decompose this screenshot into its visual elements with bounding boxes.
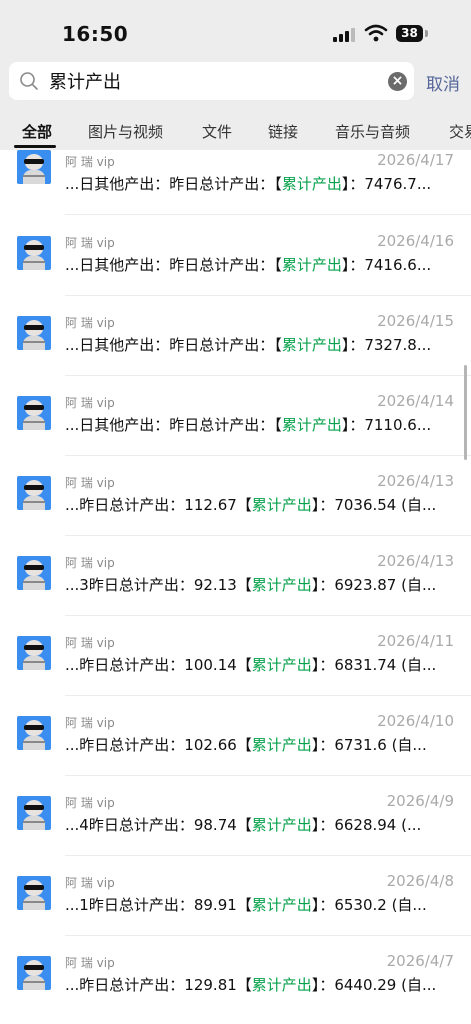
avatar	[17, 476, 51, 510]
message-date: 2026/4/7	[386, 952, 454, 970]
tab-links[interactable]: 链接	[268, 121, 298, 142]
search-box[interactable]: ×	[9, 62, 414, 100]
message-snippet: ...3昨日总计产出：92.13【累计产出】：6923.87 (自...	[65, 576, 437, 594]
tab-images-videos[interactable]: 图片与视频	[88, 121, 163, 142]
clear-icon[interactable]: ×	[388, 72, 407, 91]
wifi-icon	[364, 24, 388, 42]
message-date: 2026/4/13	[377, 552, 454, 570]
message-date: 2026/4/11	[377, 632, 454, 650]
tab-all[interactable]: 全部	[22, 121, 52, 142]
message-snippet: ...昨日总计产出：102.66【累计产出】：6731.6 (自...	[65, 736, 427, 754]
battery-cap	[425, 30, 428, 37]
message-snippet: ...昨日总计产出：129.81【累计产出】：6440.29 (自...	[65, 976, 437, 994]
list-item[interactable]: 阿 瑞 vip 2026/4/10 ...昨日总计产出：102.66【累计产出】…	[0, 710, 471, 790]
list-item[interactable]: 阿 瑞 vip 2026/4/7 ...昨日总计产出：129.81【累计产出】：…	[0, 950, 471, 1024]
sender-name: 阿 瑞 vip	[65, 396, 115, 410]
message-date: 2026/4/17	[377, 151, 454, 169]
divider	[65, 775, 471, 776]
list-item[interactable]: 阿 瑞 vip 2026/4/14 ...日其他产出：昨日总计产出：【累计产出】…	[0, 390, 471, 470]
sender-name: 阿 瑞 vip	[65, 476, 115, 490]
avatar	[17, 636, 51, 670]
sender-name: 阿 瑞 vip	[65, 636, 115, 650]
sender-name: 阿 瑞 vip	[65, 316, 115, 330]
sender-name: 阿 瑞 vip	[65, 236, 115, 250]
sender-name: 阿 瑞 vip	[65, 716, 115, 730]
divider	[65, 455, 471, 456]
top-bar: 16:50 38 × 取消 全部 图片与视频 文件 链接 音乐与音频 交易	[0, 0, 471, 150]
divider	[65, 695, 471, 696]
avatar	[17, 396, 51, 430]
sender-name: 阿 瑞 vip	[65, 796, 115, 810]
sender-name: 阿 瑞 vip	[65, 956, 115, 970]
avatar	[17, 556, 51, 590]
avatar	[17, 796, 51, 830]
search-icon	[20, 72, 38, 90]
tab-files[interactable]: 文件	[202, 121, 232, 142]
highlighted-keyword: 累计产出	[251, 896, 312, 914]
divider	[65, 615, 471, 616]
message-snippet: ...昨日总计产出：100.14【累计产出】：6831.74 (自...	[65, 656, 437, 674]
message-snippet: ...4昨日总计产出：98.74【累计产出】：6628.94 (...	[65, 816, 422, 834]
message-date: 2026/4/9	[386, 792, 454, 810]
highlighted-keyword: 累计产出	[251, 576, 312, 594]
list-item[interactable]: 阿 瑞 vip 2026/4/9 ...4昨日总计产出：98.74【累计产出】：…	[0, 790, 471, 870]
status-time: 16:50	[62, 22, 129, 46]
message-date: 2026/4/15	[377, 312, 454, 330]
divider	[65, 855, 471, 856]
sender-name: 阿 瑞 vip	[65, 556, 115, 570]
battery-icon: 38	[396, 25, 423, 42]
sender-name: 阿 瑞 vip	[65, 155, 115, 169]
list-item[interactable]: 阿 瑞 vip 2026/4/17 ...日其他产出：昨日总计产出：【累计产出】…	[0, 150, 471, 230]
list-item[interactable]: 阿 瑞 vip 2026/4/16 ...日其他产出：昨日总计产出：【累计产出】…	[0, 230, 471, 310]
highlighted-keyword: 累计产出	[251, 656, 312, 674]
message-date: 2026/4/13	[377, 472, 454, 490]
highlighted-keyword: 累计产出	[281, 336, 342, 354]
message-snippet: ...日其他产出：昨日总计产出：【累计产出】：7416.6...	[65, 256, 432, 274]
tab-transactions[interactable]: 交易	[449, 121, 471, 142]
highlighted-keyword: 累计产出	[251, 976, 312, 994]
status-bar: 16:50 38	[0, 0, 471, 62]
active-tab-indicator	[14, 145, 56, 148]
divider	[65, 375, 471, 376]
highlighted-keyword: 累计产出	[281, 175, 342, 193]
divider	[65, 935, 471, 936]
avatar	[17, 150, 51, 184]
message-snippet: ...日其他产出：昨日总计产出：【累计产出】：7476.7...	[65, 175, 432, 193]
highlighted-keyword: 累计产出	[281, 256, 342, 274]
message-snippet: ...日其他产出：昨日总计产出：【累计产出】：7327.8...	[65, 336, 432, 354]
filter-tabs: 全部 图片与视频 文件 链接 音乐与音频 交易	[0, 115, 471, 150]
avatar	[17, 316, 51, 350]
avatar	[17, 236, 51, 270]
message-date: 2026/4/14	[377, 392, 454, 410]
avatar	[17, 716, 51, 750]
message-date: 2026/4/10	[377, 712, 454, 730]
sender-name: 阿 瑞 vip	[65, 876, 115, 890]
divider	[65, 214, 471, 215]
divider	[65, 295, 471, 296]
scrollbar[interactable]	[464, 365, 467, 460]
highlighted-keyword: 累计产出	[251, 736, 312, 754]
message-snippet: ...1昨日总计产出：89.91【累计产出】：6530.2 (自...	[65, 896, 427, 914]
tab-music-audio[interactable]: 音乐与音频	[335, 121, 410, 142]
message-date: 2026/4/8	[386, 872, 454, 890]
message-snippet: ...日其他产出：昨日总计产出：【累计产出】：7110.6...	[65, 416, 432, 434]
avatar	[17, 956, 51, 990]
list-item[interactable]: 阿 瑞 vip 2026/4/15 ...日其他产出：昨日总计产出：【累计产出】…	[0, 310, 471, 390]
highlighted-keyword: 累计产出	[251, 816, 312, 834]
avatar	[17, 876, 51, 910]
highlighted-keyword: 累计产出	[281, 416, 342, 434]
search-results-list[interactable]: 阿 瑞 vip 2026/4/17 ...日其他产出：昨日总计产出：【累计产出】…	[0, 150, 471, 1024]
message-snippet: ...昨日总计产出：112.67【累计产出】：7036.54 (自...	[65, 496, 437, 514]
list-item[interactable]: 阿 瑞 vip 2026/4/13 ...昨日总计产出：112.67【累计产出】…	[0, 470, 471, 550]
list-item[interactable]: 阿 瑞 vip 2026/4/8 ...1昨日总计产出：89.91【累计产出】：…	[0, 870, 471, 950]
list-item[interactable]: 阿 瑞 vip 2026/4/13 ...3昨日总计产出：92.13【累计产出】…	[0, 550, 471, 630]
highlighted-keyword: 累计产出	[251, 496, 312, 514]
cancel-button[interactable]: 取消	[426, 70, 460, 95]
list-item[interactable]: 阿 瑞 vip 2026/4/11 ...昨日总计产出：100.14【累计产出】…	[0, 630, 471, 710]
search-input[interactable]	[49, 62, 379, 100]
message-date: 2026/4/16	[377, 232, 454, 250]
cellular-signal-icon	[333, 26, 357, 42]
divider	[65, 535, 471, 536]
